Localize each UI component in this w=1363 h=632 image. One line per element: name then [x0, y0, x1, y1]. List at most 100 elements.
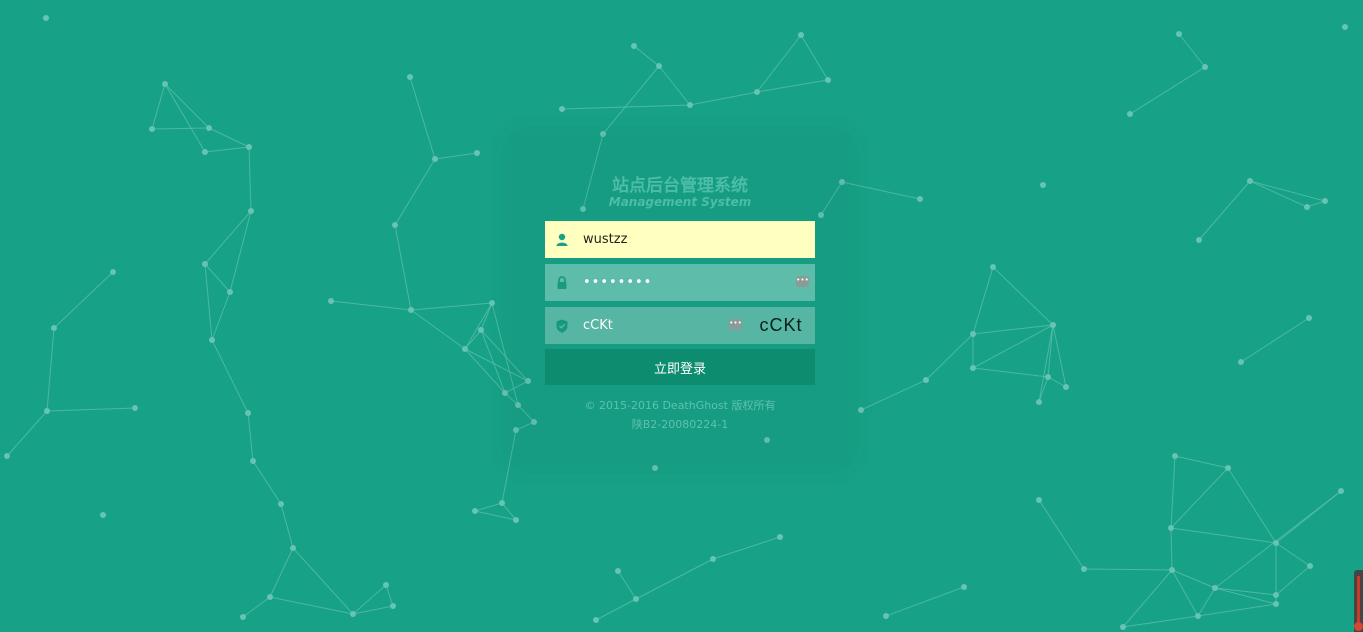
captcha-input[interactable]: [583, 307, 723, 344]
network-node: [652, 465, 658, 471]
password-manager-key-icon[interactable]: •••: [796, 276, 809, 287]
network-line: [6, 410, 48, 457]
network-node: [1036, 497, 1042, 503]
network-line: [1171, 569, 1216, 589]
network-line: [1083, 568, 1173, 571]
login-panel: 站点后台管理系统 Management System ••• ••• cCKt …: [510, 135, 850, 465]
captcha-image[interactable]: cCKt: [747, 307, 815, 344]
network-node: [1040, 182, 1046, 188]
network-node: [1306, 315, 1312, 321]
network-line: [1047, 376, 1067, 388]
password-input[interactable]: [583, 264, 783, 301]
network-line: [1275, 542, 1311, 567]
network-node: [961, 584, 967, 590]
network-node: [1322, 198, 1328, 204]
network-node: [499, 500, 505, 506]
password-manager-key-icon[interactable]: •••: [729, 319, 742, 330]
network-line: [248, 146, 252, 212]
network-line: [1170, 455, 1176, 529]
network-node: [1127, 111, 1133, 117]
network-node: [206, 125, 212, 131]
network-line: [410, 302, 493, 311]
username-input[interactable]: [583, 221, 803, 258]
network-node: [390, 603, 396, 609]
network-node: [687, 102, 693, 108]
network-line: [204, 263, 213, 341]
network-node: [1307, 563, 1313, 569]
network-line: [151, 127, 210, 130]
network-line: [385, 584, 394, 607]
network-line: [480, 302, 493, 331]
network-node: [1273, 592, 1279, 598]
network-node: [1273, 540, 1279, 546]
network-node: [1169, 567, 1175, 573]
network-node: [407, 74, 413, 80]
network-node: [1212, 585, 1218, 591]
network-node: [917, 196, 923, 202]
side-thermometer-widget[interactable]: [1354, 570, 1363, 632]
network-node: [1338, 488, 1344, 494]
network-line: [633, 45, 660, 67]
network-node: [1342, 24, 1348, 30]
network-node: [44, 408, 50, 414]
network-node: [246, 144, 252, 150]
network-line: [860, 379, 927, 411]
network-node: [1273, 601, 1279, 607]
network-line: [658, 65, 691, 106]
network-line: [1171, 569, 1199, 617]
network-line: [841, 181, 921, 200]
network-line: [1038, 324, 1054, 403]
network-node: [245, 410, 251, 416]
network-node: [474, 150, 480, 156]
network-node: [4, 453, 10, 459]
network-line: [1214, 587, 1277, 596]
network-node: [209, 337, 215, 343]
network-line: [46, 407, 136, 412]
network-line: [330, 300, 412, 311]
network-node: [1050, 322, 1056, 328]
network-line: [1038, 499, 1085, 570]
network-line: [151, 83, 166, 130]
network-line: [410, 309, 466, 350]
network-node: [631, 43, 637, 49]
network-line: [204, 146, 250, 153]
network-line: [1129, 66, 1206, 115]
network-node: [290, 545, 296, 551]
network-node: [883, 613, 889, 619]
network-node: [1172, 453, 1178, 459]
network-node: [1176, 31, 1182, 37]
network-line: [211, 291, 231, 341]
network-node: [615, 568, 621, 574]
network-node: [1081, 566, 1087, 572]
network-node: [278, 501, 284, 507]
network-line: [1038, 376, 1049, 403]
network-node: [1202, 64, 1208, 70]
network-line: [1198, 180, 1251, 241]
network-line: [352, 584, 387, 615]
network-node: [227, 289, 233, 295]
network-node: [990, 264, 996, 270]
network-node: [267, 594, 273, 600]
network-node: [923, 377, 929, 383]
icp-license-text: 陕B2-20080224-1: [631, 418, 729, 431]
network-line: [292, 547, 354, 615]
login-button[interactable]: 立即登录: [545, 349, 815, 385]
network-line: [1275, 565, 1311, 596]
network-line: [269, 596, 354, 615]
network-line: [635, 558, 714, 600]
lock-icon: [557, 276, 567, 289]
captcha-field: •••: [545, 307, 747, 344]
network-line: [925, 333, 974, 381]
network-node: [1045, 374, 1051, 380]
network-node: [408, 307, 414, 313]
copyright-text: © 2015-2016 DeathGhost 版权所有: [584, 399, 776, 412]
password-field: •••: [545, 264, 815, 301]
network-node: [1036, 399, 1042, 405]
network-line: [756, 79, 829, 93]
user-icon: [556, 233, 568, 246]
network-node: [1304, 204, 1310, 210]
network-node: [1195, 613, 1201, 619]
network-line: [1122, 569, 1173, 628]
network-line: [434, 152, 478, 160]
network-node: [1238, 359, 1244, 365]
